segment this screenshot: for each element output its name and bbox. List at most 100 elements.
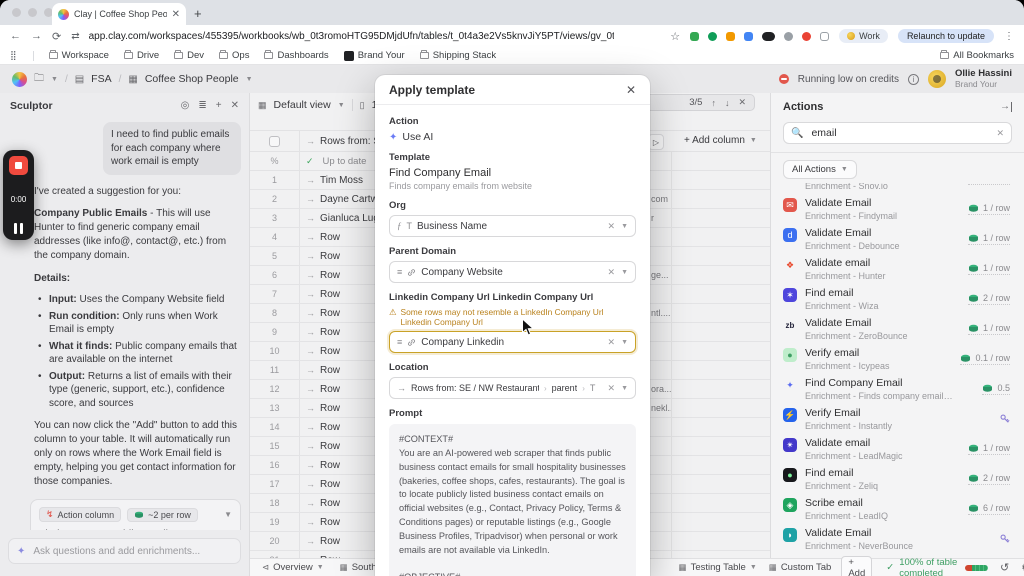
open-row-icon[interactable]: → xyxy=(306,460,315,470)
close-window-icon[interactable] xyxy=(12,8,21,17)
open-row-icon[interactable]: → xyxy=(306,175,315,185)
chevron-down-icon[interactable]: ▼ xyxy=(246,76,253,83)
clear-icon[interactable]: ✕ xyxy=(608,337,616,348)
bookmark-star-icon[interactable]: ☆ xyxy=(670,30,680,43)
open-row-icon[interactable]: → xyxy=(306,403,315,413)
extension-icon[interactable] xyxy=(802,31,812,41)
modal-close-icon[interactable]: ✕ xyxy=(626,83,636,97)
prompt-textarea[interactable]: #CONTEXT# You are an AI-powered web scra… xyxy=(389,424,636,576)
browser-tab[interactable]: Clay | Coffee Shop People ✕ xyxy=(52,3,186,25)
extension-icon[interactable] xyxy=(784,31,794,41)
open-row-icon[interactable]: → xyxy=(306,289,315,299)
open-row-icon[interactable]: → xyxy=(306,346,315,356)
history-list-icon[interactable]: ≣ xyxy=(198,100,206,111)
open-row-icon[interactable]: → xyxy=(306,327,315,337)
open-row-icon[interactable]: → xyxy=(306,308,315,318)
stop-recording-button[interactable] xyxy=(9,156,28,175)
chevron-down-icon[interactable]: ▼ xyxy=(621,385,628,392)
action-item[interactable]: ✉ Validate Email Enrichment - Findymail 1 /… xyxy=(783,194,1012,224)
open-row-icon[interactable]: → xyxy=(306,422,315,432)
breadcrumb-workspace[interactable]: FSA xyxy=(91,73,111,85)
open-row-icon[interactable]: → xyxy=(306,232,315,242)
linkedin-url-field[interactable]: ≡ Company Linkedin ✕ ▼ xyxy=(389,331,636,354)
open-row-icon[interactable]: → xyxy=(306,479,315,489)
action-item[interactable]: ✶ Find email Enrichment - Wiza 2 / row xyxy=(783,284,1012,314)
tab-custom-tab[interactable]: ▦ Custom Tab xyxy=(769,562,832,573)
workspace-folder-icon[interactable]: 🗀 xyxy=(34,71,44,88)
action-item[interactable]: zb Validate Email Enrichment - ZeroBounce 1… xyxy=(783,314,1012,344)
browser-menu-icon[interactable]: ⋮ xyxy=(1004,31,1014,42)
chevron-down-icon[interactable]: ▼ xyxy=(51,76,58,83)
info-icon[interactable]: i xyxy=(907,73,919,85)
view-selector[interactable]: Default view xyxy=(274,99,331,111)
search-input[interactable] xyxy=(809,126,991,140)
open-row-icon[interactable]: → xyxy=(306,498,315,508)
action-item[interactable]: ⚡ Verify Email Enrichment - Instantly xyxy=(783,404,1012,434)
extension-icon[interactable] xyxy=(726,31,736,41)
site-info-icon[interactable]: ⇄ xyxy=(71,31,79,42)
open-row-icon[interactable]: → xyxy=(306,213,315,223)
clear-icon[interactable]: ✕ xyxy=(608,383,616,394)
clear-icon[interactable]: ✕ xyxy=(608,267,616,278)
action-item[interactable]: ❖ Validate email Enrichment - Hunter 1 / ro… xyxy=(783,254,1012,284)
window-controls[interactable] xyxy=(12,8,53,17)
find-next-icon[interactable]: ↓ xyxy=(725,98,730,108)
select-all-checkbox[interactable] xyxy=(269,135,280,147)
profile-chip[interactable]: Work xyxy=(839,29,888,43)
breadcrumb-table[interactable]: Coffee Shop People xyxy=(145,73,239,85)
minimize-window-icon[interactable] xyxy=(28,8,37,17)
user-info[interactable]: Ollie Hassini Brand Your xyxy=(955,68,1012,89)
all-bookmarks[interactable]: All Bookmarks xyxy=(940,50,1014,61)
org-field[interactable]: ƒ T Business Name ✕ ▼ xyxy=(389,215,636,237)
add-tab-button[interactable]: + Add xyxy=(841,555,873,576)
extension-icon[interactable] xyxy=(744,31,754,41)
open-row-icon[interactable]: → xyxy=(306,251,315,261)
new-chat-icon[interactable]: + xyxy=(216,100,222,111)
action-item[interactable]: ✴ Validate email Enrichment - LeadMagic 1 /… xyxy=(783,434,1012,464)
run-column-button[interactable]: ▷ xyxy=(648,134,664,150)
bookmark-item[interactable]: Ops xyxy=(219,50,249,61)
bookmark-item[interactable]: Drive xyxy=(123,50,159,61)
select-all-cell[interactable] xyxy=(250,131,300,151)
action-item[interactable]: ● Find email Enrichment - Zeliq 2 / row xyxy=(783,464,1012,494)
back-icon[interactable]: ← xyxy=(10,30,21,42)
action-item[interactable]: ◈ Scribe email Enrichment - LeadIQ 6 / row xyxy=(783,494,1012,524)
all-actions-filter[interactable]: All Actions ▼ xyxy=(783,160,857,179)
extension-icon[interactable] xyxy=(708,31,718,41)
open-row-icon[interactable]: → xyxy=(306,384,315,394)
chat-input[interactable] xyxy=(31,544,232,558)
extension-icon[interactable] xyxy=(690,31,700,41)
bookmark-item[interactable]: Brand Your xyxy=(343,50,405,61)
action-item[interactable]: ● Verify email Enrichment - Icypeas 0.1 / r… xyxy=(783,344,1012,374)
open-row-icon[interactable]: → xyxy=(306,536,315,546)
extension-icons[interactable] xyxy=(690,31,830,41)
find-close-icon[interactable]: ✕ xyxy=(738,97,746,108)
bookmark-item[interactable]: Workspace xyxy=(48,50,109,61)
open-row-icon[interactable]: → xyxy=(306,270,315,280)
action-item[interactable]: d Validate Email Enrichment - Debounce 1 / … xyxy=(783,224,1012,254)
location-field[interactable]: → Rows from: SE / NW Restaurants/Cafes ›… xyxy=(389,377,636,400)
clear-search-icon[interactable]: ✕ xyxy=(996,128,1004,139)
chevron-down-icon[interactable]: ▼ xyxy=(621,269,628,276)
chevron-down-icon[interactable]: ▼ xyxy=(621,223,628,230)
relaunch-button[interactable]: Relaunch to update xyxy=(897,29,994,43)
chevron-down-icon[interactable]: ▼ xyxy=(224,510,232,519)
open-row-icon[interactable]: → xyxy=(306,517,315,527)
close-sidebar-icon[interactable]: ✕ xyxy=(231,100,239,111)
new-tab-button[interactable]: + xyxy=(194,6,202,21)
clear-icon[interactable]: ✕ xyxy=(608,221,616,232)
url-text[interactable]: app.clay.com/workspaces/455395/workbooks… xyxy=(89,31,614,42)
history-icon[interactable]: ↺ xyxy=(1000,561,1009,574)
action-item[interactable]: ✦ Find Company Email Enrichment - Finds co… xyxy=(783,374,1012,404)
chevron-down-icon[interactable]: ▼ xyxy=(621,339,628,346)
parent-domain-field[interactable]: ≡ Company Website ✕ ▼ xyxy=(389,261,636,283)
apps-grid-icon[interactable]: ⣿ xyxy=(10,50,18,61)
chevron-down-icon[interactable]: ▼ xyxy=(338,102,345,109)
target-icon[interactable]: ◎ xyxy=(181,100,190,111)
find-prev-icon[interactable]: ↑ xyxy=(711,98,716,108)
reload-icon[interactable]: ⟳ xyxy=(52,30,61,43)
overview-tab[interactable]: ⊲ Overview ▼ xyxy=(262,562,324,573)
bookmark-item[interactable]: Dashboards xyxy=(264,50,329,61)
tab-close-icon[interactable]: ✕ xyxy=(172,9,180,20)
user-avatar[interactable] xyxy=(927,70,946,88)
